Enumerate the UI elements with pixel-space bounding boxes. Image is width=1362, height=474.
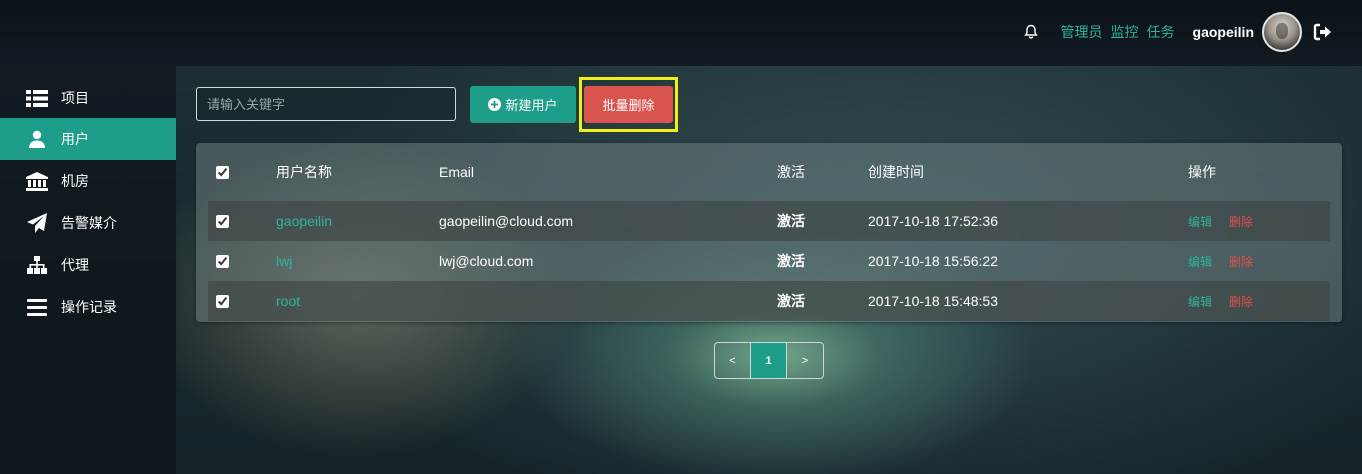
user-name-link[interactable]: root xyxy=(276,293,300,309)
row-checkbox[interactable] xyxy=(216,254,229,268)
table-row: gaopeilin gaopeilin@cloud.com 激活 2017-10… xyxy=(208,201,1330,241)
search-input[interactable] xyxy=(196,87,456,121)
user-active: 激活 xyxy=(777,253,805,269)
prev-page-button[interactable]: < xyxy=(715,343,751,378)
main-content: 新建用户 批量删除 用户名称 Email 激活 创建时间 操作 gaopeili… xyxy=(176,66,1362,474)
menu-icon xyxy=(26,297,48,317)
row-actions: 编辑 删除 xyxy=(1188,253,1253,270)
plus-circle-icon xyxy=(488,98,502,111)
sidebar: 项目 用户 机房 告警媒介 代理 操作记录 xyxy=(0,66,176,474)
nav-monitor-link[interactable]: 监控 xyxy=(1111,22,1139,42)
row-checkbox[interactable] xyxy=(216,294,229,308)
top-nav: 管理员 监控 任务 gaopeilin xyxy=(1023,12,1332,52)
sidebar-item-label: 代理 xyxy=(61,257,89,273)
bank-icon xyxy=(26,171,48,191)
select-all-checkbox[interactable] xyxy=(216,165,229,179)
user-email: gaopeilin@cloud.com xyxy=(439,213,574,229)
page-1-button[interactable]: 1 xyxy=(751,343,787,378)
sidebar-item-agent[interactable]: 代理 xyxy=(0,244,176,286)
sidebar-item-label: 用户 xyxy=(61,131,89,147)
sidebar-item-projects[interactable]: 项目 xyxy=(0,77,176,119)
sidebar-item-label: 告警媒介 xyxy=(61,215,117,231)
sitemap-icon xyxy=(26,255,48,275)
bell-icon[interactable] xyxy=(1023,24,1039,40)
sidebar-item-label: 机房 xyxy=(61,173,89,189)
delete-link[interactable]: 删除 xyxy=(1229,253,1253,270)
delete-link[interactable]: 删除 xyxy=(1229,293,1253,310)
delete-link[interactable]: 删除 xyxy=(1229,213,1253,230)
nav-admin-link[interactable]: 管理员 xyxy=(1061,22,1103,42)
sidebar-item-label: 项目 xyxy=(61,90,89,106)
sidebar-item-label: 操作记录 xyxy=(61,299,117,315)
pagination: < 1 > xyxy=(714,342,824,379)
user-email: lwj@cloud.com xyxy=(439,253,534,269)
user-name-link[interactable]: gaopeilin xyxy=(276,213,332,229)
list-icon xyxy=(26,88,48,108)
header-actions: 操作 xyxy=(1188,164,1216,180)
header-created: 创建时间 xyxy=(868,164,924,180)
new-user-label: 新建用户 xyxy=(505,98,558,113)
header-active: 激活 xyxy=(777,164,805,180)
user-active: 激活 xyxy=(777,213,805,229)
username[interactable]: gaopeilin xyxy=(1193,24,1254,40)
edit-link[interactable]: 编辑 xyxy=(1188,293,1212,310)
user-created: 2017-10-18 15:56:22 xyxy=(868,253,998,269)
sidebar-item-datacenter[interactable]: 机房 xyxy=(0,160,176,202)
logout-icon[interactable] xyxy=(1312,22,1332,42)
table-row: lwj lwj@cloud.com 激活 2017-10-18 15:56:22… xyxy=(208,241,1330,281)
batch-delete-button[interactable]: 批量删除 xyxy=(584,86,673,123)
send-icon xyxy=(26,213,48,233)
user-created: 2017-10-18 17:52:36 xyxy=(868,213,998,229)
header-username: 用户名称 xyxy=(276,164,332,180)
user-table: 用户名称 Email 激活 创建时间 操作 gaopeilin gaopeili… xyxy=(196,143,1342,322)
row-actions: 编辑 删除 xyxy=(1188,293,1253,310)
table-header: 用户名称 Email 激活 创建时间 操作 xyxy=(208,152,1330,192)
table-row: root 激活 2017-10-18 15:48:53 编辑 删除 xyxy=(208,281,1330,321)
edit-link[interactable]: 编辑 xyxy=(1188,253,1212,270)
user-icon xyxy=(26,129,48,149)
new-user-button[interactable]: 新建用户 xyxy=(470,86,576,123)
next-page-button[interactable]: > xyxy=(787,343,823,378)
sidebar-item-alert-media[interactable]: 告警媒介 xyxy=(0,202,176,244)
header-email: Email xyxy=(439,164,475,180)
user-active: 激活 xyxy=(777,293,805,309)
top-bar: 管理员 监控 任务 gaopeilin xyxy=(0,0,1362,66)
sidebar-item-operation-log[interactable]: 操作记录 xyxy=(0,286,176,328)
sidebar-item-users[interactable]: 用户 xyxy=(0,118,176,160)
avatar[interactable] xyxy=(1262,12,1302,52)
user-created: 2017-10-18 15:48:53 xyxy=(868,293,998,309)
row-actions: 编辑 删除 xyxy=(1188,213,1253,230)
nav-task-link[interactable]: 任务 xyxy=(1147,22,1175,42)
edit-link[interactable]: 编辑 xyxy=(1188,213,1212,230)
row-checkbox[interactable] xyxy=(216,214,229,228)
user-name-link[interactable]: lwj xyxy=(276,253,292,269)
